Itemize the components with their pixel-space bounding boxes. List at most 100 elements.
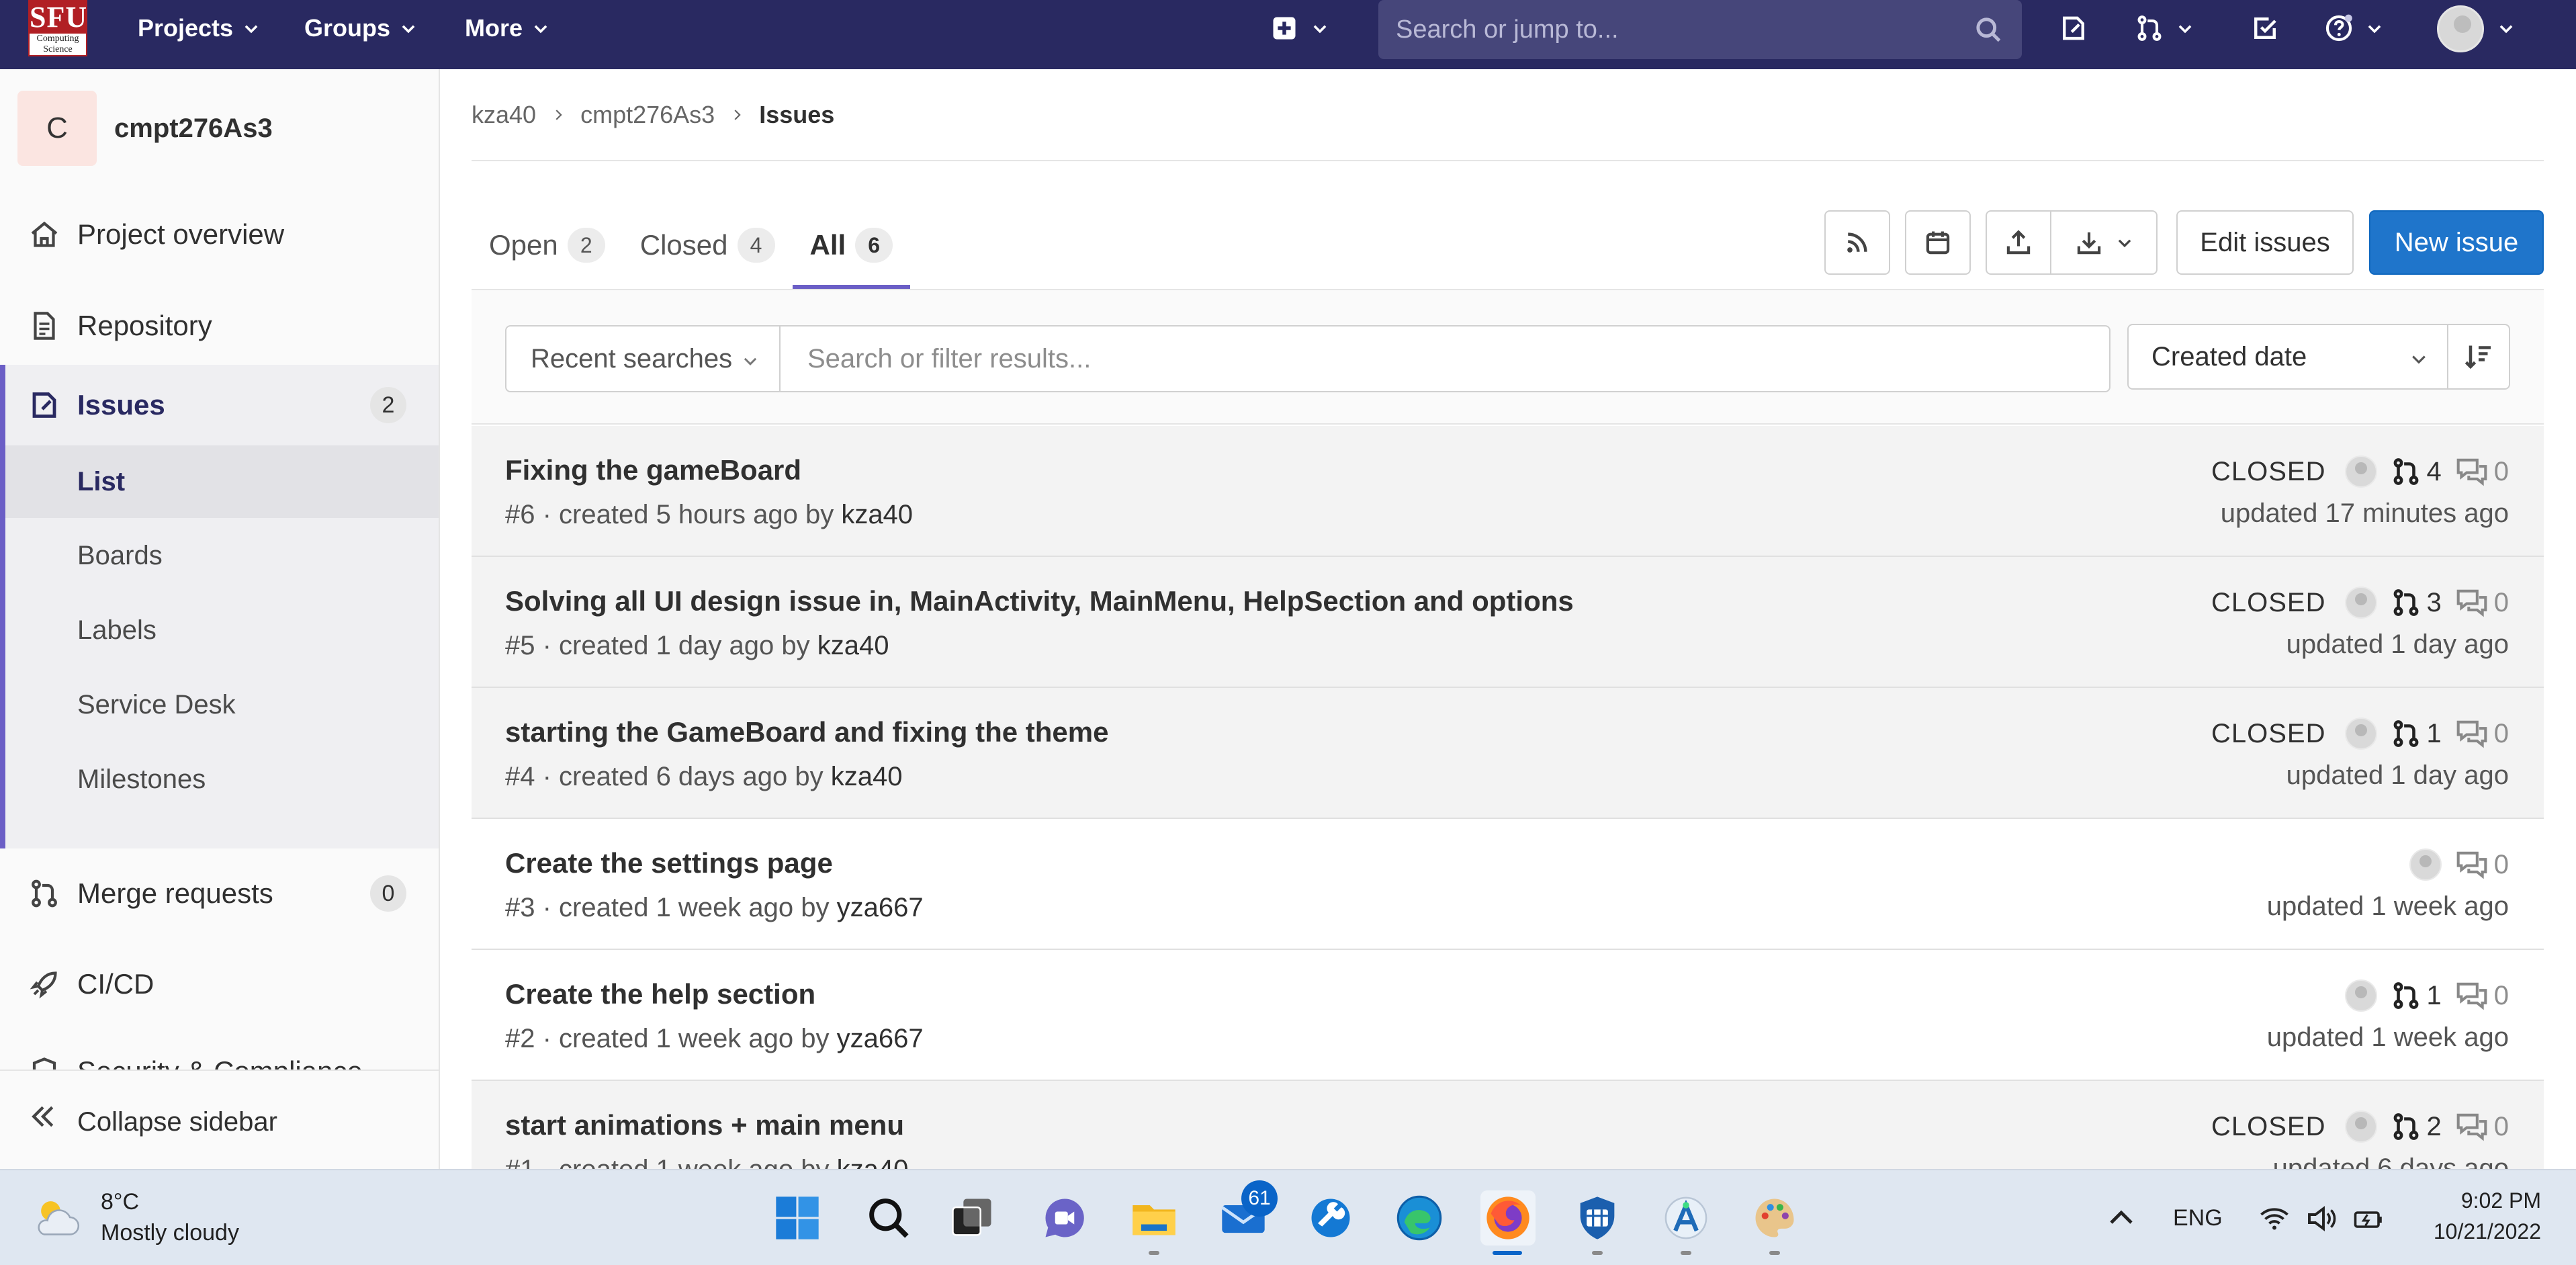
import-issues-button[interactable] xyxy=(1986,210,2051,275)
issue-author-link[interactable]: kza40 xyxy=(817,631,889,660)
assignee-avatar[interactable] xyxy=(2344,1110,2377,1143)
comment-count: 0 xyxy=(2493,980,2509,1010)
assignee-avatar[interactable] xyxy=(2409,848,2442,881)
android-studio-icon[interactable] xyxy=(1658,1190,1714,1246)
user-menu-toggle[interactable] xyxy=(2497,9,2515,47)
security-shield-icon[interactable] xyxy=(1570,1190,1625,1246)
issue-stats: 1 0 xyxy=(2344,975,2509,1016)
user-avatar[interactable] xyxy=(2437,5,2484,52)
issue-row[interactable]: Create the help section #2 · created 1 w… xyxy=(472,950,2544,1081)
assignee-avatar[interactable] xyxy=(2344,455,2377,488)
rss-feed-button[interactable] xyxy=(1824,210,1890,275)
comments[interactable]: 0 xyxy=(2455,586,2509,619)
comments[interactable]: 0 xyxy=(2455,455,2509,488)
issue-title-link[interactable]: starting the GameBoard and fixing the th… xyxy=(505,716,1108,748)
issue-meta-text: #5 · created 1 day ago by xyxy=(505,631,817,660)
issue-title-link[interactable]: Solving all UI design issue in, MainActi… xyxy=(505,585,1574,617)
tab-closed[interactable]: Closed 4 xyxy=(623,202,793,289)
sidebar-subitem-milestones[interactable]: Milestones xyxy=(5,743,439,816)
edit-issues-button[interactable]: Edit issues xyxy=(2176,210,2354,275)
sidebar-subitem-service-desk[interactable]: Service Desk xyxy=(5,668,439,741)
assignee-avatar[interactable] xyxy=(2344,979,2377,1012)
projects-menu[interactable]: Projects xyxy=(138,0,260,56)
collapse-sidebar-button[interactable]: Collapse sidebar xyxy=(0,1070,439,1169)
issue-row[interactable]: Create the settings page #3 · created 1 … xyxy=(472,819,2544,950)
settings-wrench-icon[interactable] xyxy=(1303,1190,1358,1246)
issue-row[interactable]: starting the GameBoard and fixing the th… xyxy=(472,688,2544,819)
recent-searches-dropdown[interactable]: Recent searches xyxy=(505,325,781,392)
language-indicator[interactable]: ENG xyxy=(2173,1205,2223,1231)
chevron-up-icon xyxy=(2110,1210,2133,1224)
paint-palette-icon[interactable] xyxy=(1747,1190,1802,1246)
issue-row[interactable]: Fixing the gameBoard #6 · created 5 hour… xyxy=(472,426,2544,557)
sidebar-item-project-overview[interactable]: Project overview xyxy=(0,201,439,268)
todos-shortcut[interactable] xyxy=(2250,9,2280,47)
file-explorer-icon[interactable] xyxy=(1126,1190,1182,1246)
search-icon[interactable] xyxy=(861,1190,916,1246)
issue-title-link[interactable]: Create the help section xyxy=(505,978,815,1010)
battery-icon[interactable] xyxy=(2352,1203,2385,1235)
new-issue-button[interactable]: New issue xyxy=(2369,210,2544,275)
issue-updated-time: updated 1 day ago xyxy=(2286,629,2509,659)
issue-title-link[interactable]: start animations + main menu xyxy=(505,1109,904,1141)
issues-icon xyxy=(32,392,56,418)
assignee-avatar[interactable] xyxy=(2344,586,2377,619)
sidebar-subitem-labels[interactable]: Labels xyxy=(5,594,439,666)
breadcrumb-current[interactable]: Issues xyxy=(759,101,834,129)
top-navbar: SFU Computing Science Projects Groups Mo… xyxy=(0,0,2576,69)
export-issues-dropdown[interactable] xyxy=(2050,210,2158,275)
active-window-indicator xyxy=(1493,1251,1522,1255)
sort-direction-button[interactable] xyxy=(2447,324,2510,390)
sidebar-item-cicd[interactable]: CI/CD xyxy=(0,951,439,1018)
issue-title-link[interactable]: Create the settings page xyxy=(505,847,833,879)
windows-start-icon[interactable] xyxy=(770,1190,825,1246)
sidebar-subitem-boards[interactable]: Boards xyxy=(5,519,439,592)
issue-title-link[interactable]: Fixing the gameBoard xyxy=(505,454,801,486)
issue-author-link[interactable]: yza667 xyxy=(837,893,924,922)
filter-search-input[interactable]: Search or filter results... xyxy=(779,325,2111,392)
comments[interactable]: 0 xyxy=(2455,979,2509,1012)
sidebar-item-repository[interactable]: Repository xyxy=(0,292,439,359)
merge-requests-shortcut[interactable] xyxy=(2135,9,2194,47)
edge-browser-icon[interactable] xyxy=(1392,1190,1447,1246)
help-menu[interactable] xyxy=(2324,9,2383,47)
issue-author-link[interactable]: yza667 xyxy=(837,1024,924,1053)
sfu-logo[interactable]: SFU Computing Science xyxy=(28,0,87,56)
download-icon xyxy=(2077,232,2101,255)
groups-menu[interactable]: Groups xyxy=(304,0,417,56)
comments[interactable]: 0 xyxy=(2455,717,2509,750)
volume-icon[interactable] xyxy=(2305,1203,2338,1235)
issue-meta-text: #2 · created 1 week ago by xyxy=(505,1024,837,1053)
global-search-input[interactable]: Search or jump to... xyxy=(1378,0,2022,59)
issues-shortcut[interactable] xyxy=(2059,9,2088,47)
tab-all[interactable]: All 6 xyxy=(792,202,911,289)
create-new-dropdown[interactable] xyxy=(1270,9,1329,47)
breadcrumb-link-kza40[interactable]: kza40 xyxy=(472,101,536,129)
weather-widget[interactable]: 8°C Mostly cloudy xyxy=(31,1186,239,1248)
issue-meta: #3 · created 1 week ago by yza667 xyxy=(505,893,924,923)
comments[interactable]: 0 xyxy=(2455,1110,2509,1143)
task-view-icon[interactable] xyxy=(944,1190,1000,1246)
project-header[interactable]: C cmpt276As3 xyxy=(17,91,273,166)
comments[interactable]: 0 xyxy=(2455,848,2509,881)
issues-section: Issues 2 List Boards Labels Service Desk… xyxy=(0,365,439,848)
issue-author-link[interactable]: kza40 xyxy=(831,762,903,791)
chevron-down-icon xyxy=(245,25,258,34)
assignee-avatar[interactable] xyxy=(2344,717,2377,750)
sidebar-item-issues[interactable]: Issues 2 xyxy=(0,372,439,439)
tab-open[interactable]: Open 2 xyxy=(472,202,623,289)
sidebar-subitem-list[interactable]: List xyxy=(5,445,439,518)
show-hidden-icons-button[interactable] xyxy=(2105,1203,2137,1235)
sort-by-dropdown[interactable]: Created date xyxy=(2127,324,2448,390)
breadcrumb-link-project[interactable]: cmpt276As3 xyxy=(580,101,715,129)
issue-row[interactable]: Solving all UI design issue in, MainActi… xyxy=(472,557,2544,688)
issue-author-link[interactable]: kza40 xyxy=(841,500,913,529)
sidebar-item-merge-requests[interactable]: Merge requests 0 xyxy=(0,860,439,927)
more-menu[interactable]: More xyxy=(465,0,549,56)
calendar-feed-button[interactable] xyxy=(1905,210,1971,275)
system-clock[interactable]: 9:02 PM 10/21/2022 xyxy=(2434,1185,2541,1247)
tab-count-badge: 2 xyxy=(567,228,605,263)
wifi-icon[interactable] xyxy=(2258,1203,2291,1235)
firefox-browser-icon[interactable] xyxy=(1480,1190,1536,1246)
teams-chat-icon[interactable] xyxy=(1037,1190,1092,1246)
